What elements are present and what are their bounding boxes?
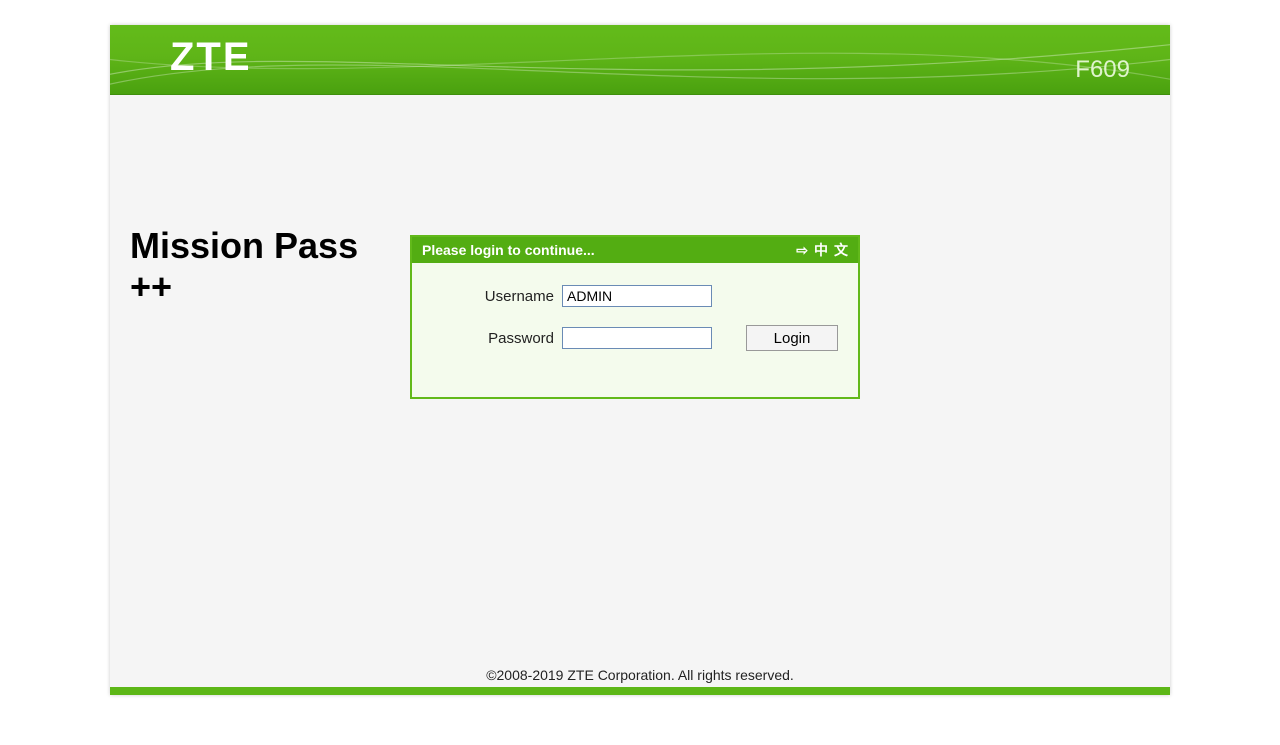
- login-button[interactable]: Login: [746, 325, 838, 351]
- login-panel-header: Please login to continue... ⇨ 中 文: [412, 237, 858, 263]
- overlay-caption-line2: ++: [130, 266, 358, 307]
- username-row: Username: [432, 285, 838, 307]
- password-input[interactable]: [562, 327, 712, 349]
- footer-accent-bar: [110, 687, 1170, 695]
- banner-wave-decoration: [110, 25, 1170, 94]
- password-row: Password Login: [432, 325, 838, 351]
- overlay-caption-line1: Mission Pass: [130, 225, 358, 266]
- page-container: ZTE F609 Mission Pass ++ Please login to…: [110, 25, 1170, 695]
- login-form: Username Password Login: [412, 263, 858, 397]
- language-chinese-char1[interactable]: 中: [814, 240, 828, 260]
- footer: ©2008-2019 ZTE Corporation. All rights r…: [110, 667, 1170, 695]
- language-chinese-char2[interactable]: 文: [834, 240, 848, 260]
- login-panel-title: Please login to continue...: [422, 242, 595, 258]
- device-model-text: F609: [1075, 56, 1130, 84]
- password-label: Password: [432, 330, 562, 347]
- username-input[interactable]: [562, 285, 712, 307]
- overlay-caption: Mission Pass ++: [130, 225, 358, 308]
- header-banner: ZTE F609: [110, 25, 1170, 95]
- language-switch[interactable]: ⇨ 中 文: [796, 240, 848, 260]
- username-label: Username: [432, 288, 562, 305]
- brand-logo-text: ZTE: [170, 35, 252, 80]
- copyright-text: ©2008-2019 ZTE Corporation. All rights r…: [110, 667, 1170, 687]
- login-panel: Please login to continue... ⇨ 中 文 Userna…: [410, 235, 860, 399]
- arrow-right-icon: ⇨: [796, 242, 808, 259]
